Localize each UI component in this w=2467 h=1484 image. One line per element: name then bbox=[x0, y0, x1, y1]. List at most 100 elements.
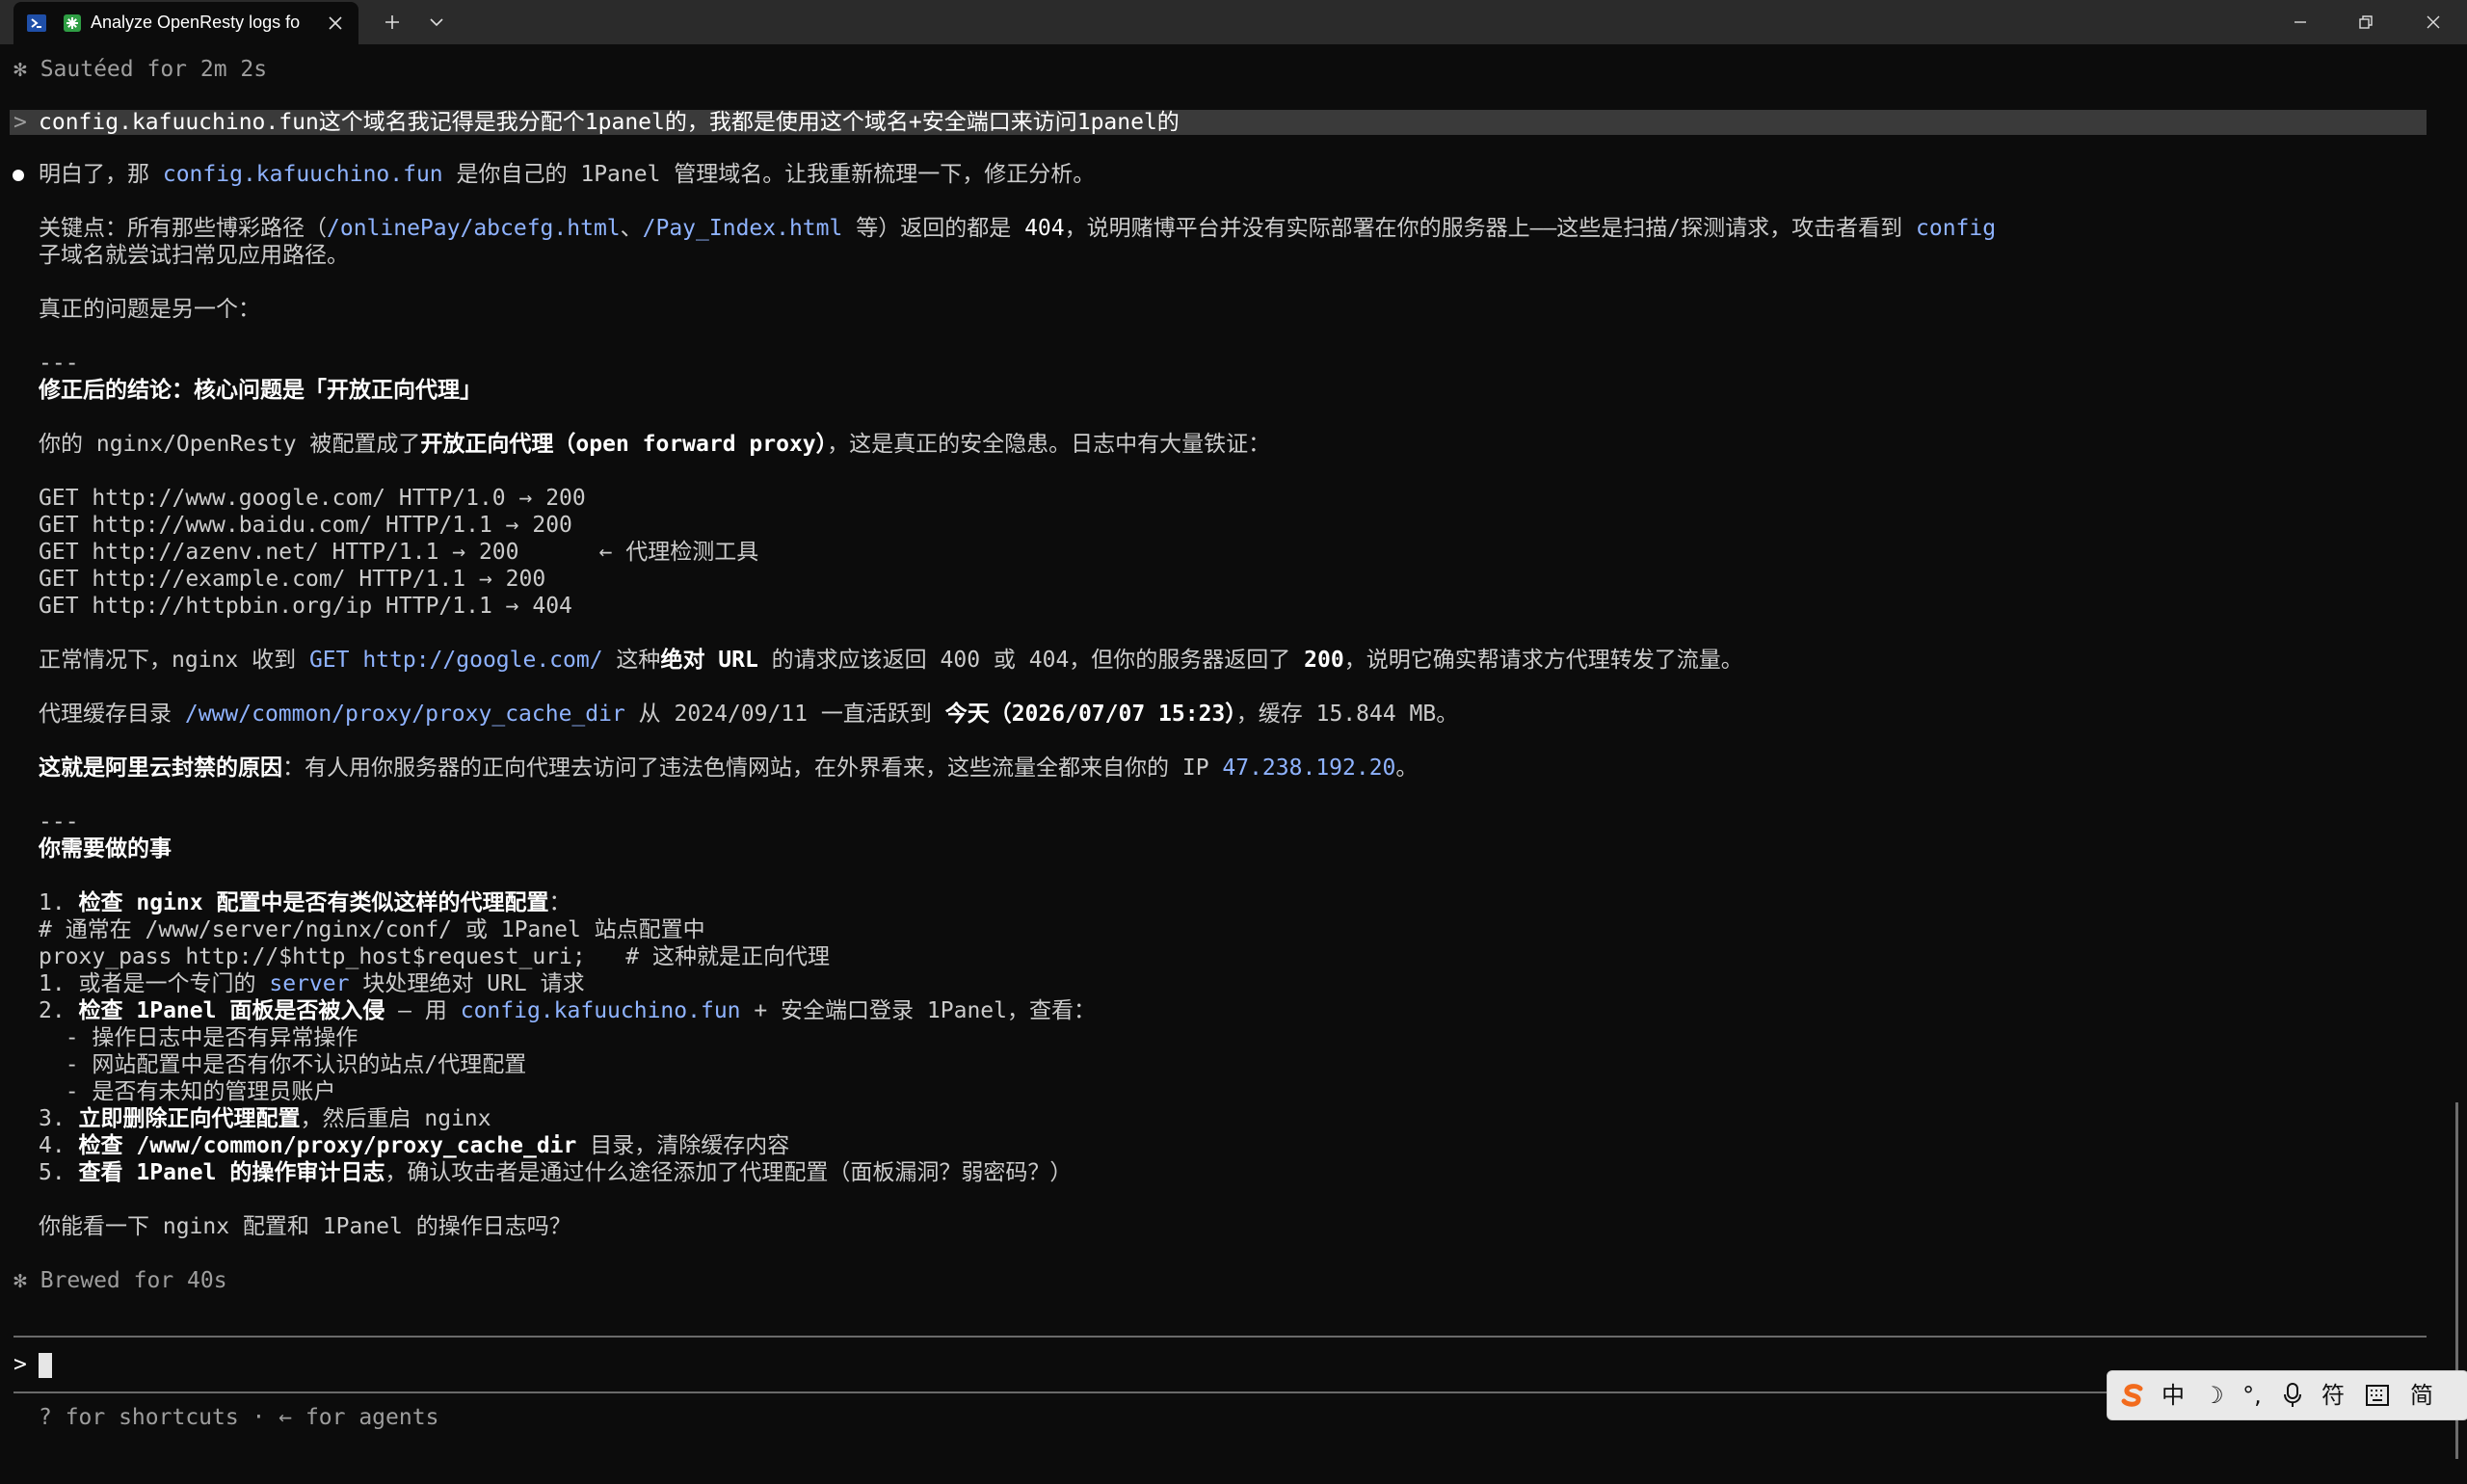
text-segment: 正常情况下，nginx 收到 bbox=[39, 648, 309, 673]
bold-segment: 查看 1Panel 的操作审计日志 bbox=[78, 1160, 385, 1185]
bold-segment: 检查 nginx 配置中是否有类似这样的代理配置 bbox=[78, 890, 549, 915]
text-segment: 这种 bbox=[602, 648, 661, 673]
domain-highlight: config.kafuuchino.fun bbox=[460, 998, 741, 1023]
ime-chinese-mode[interactable]: 中 bbox=[2156, 1380, 2190, 1411]
user-message: config.kafuuchino.fun这个域名我记得是我分配个1panel的… bbox=[39, 110, 1180, 135]
text-segment: ，这是真正的安全隐患。日志中有大量铁证： bbox=[827, 432, 1271, 457]
text-segment: 你的 nginx/OpenResty 被配置成了 bbox=[39, 432, 421, 457]
keyword-highlight: server bbox=[269, 971, 350, 996]
status-sauteed: ✻ Sautéed for 2m 2s bbox=[13, 57, 268, 82]
proxy-line: 你的 nginx/OpenResty 被配置成了开放正向代理（open forw… bbox=[39, 431, 1270, 458]
key-point-line: 关键点：所有那些博彩路径（/onlinePay/abcefg.html、/Pay… bbox=[39, 215, 1996, 242]
text-segment: ：有人用你服务器的正向代理去访问了违法色情网站，在外界看来，这些流量全都来自你的… bbox=[282, 755, 1223, 781]
restore-icon[interactable] bbox=[2332, 0, 2400, 44]
code-line-2: GET http://www.baidu.com/ HTTP/1.1 → 200 bbox=[39, 513, 572, 538]
step-5: 5. 查看 1Panel 的操作审计日志，确认攻击者是通过什么途径添加了代理配置… bbox=[39, 1159, 1072, 1186]
status-brewed: ✻ Brewed for 40s bbox=[13, 1268, 227, 1293]
text-segment: 、 bbox=[620, 216, 643, 241]
step-2-item: - 是否有未知的管理员账户 bbox=[39, 1079, 336, 1104]
text-segment: ： bbox=[548, 890, 571, 915]
input-bottom-divider bbox=[13, 1391, 2107, 1393]
code-line-1: GET http://www.google.com/ HTTP/1.0 → 20… bbox=[39, 486, 586, 511]
normal-case-line: 正常情况下，nginx 收到 GET http://google.com/ 这种… bbox=[39, 647, 1743, 674]
text-segment: 等）返回的都是 bbox=[842, 216, 1025, 241]
url-highlight: GET http://google.com/ bbox=[308, 648, 603, 673]
ime-simplified[interactable]: 简 bbox=[2404, 1380, 2439, 1411]
terminal-tab[interactable]: Analyze OpenResty logs fo bbox=[13, 2, 358, 44]
shortcuts-hint: ? for shortcuts · ← for agents bbox=[39, 1405, 439, 1430]
path-highlight: /www/common/proxy/proxy_cache_dir bbox=[136, 1133, 577, 1158]
text-segment: 2. bbox=[39, 998, 79, 1023]
text-segment: 1. bbox=[39, 890, 79, 915]
chevron-down-icon[interactable] bbox=[422, 9, 451, 36]
text-segment: 5. bbox=[39, 1160, 79, 1185]
powershell-icon bbox=[27, 14, 46, 32]
config-highlight: config bbox=[1916, 216, 1997, 241]
text-segment: 的请求应该返回 400 或 404，但你的服务器返回了 bbox=[757, 648, 1305, 673]
conclusion-heading: 修正后的结论：核心问题是「开放正向代理」 bbox=[39, 378, 482, 403]
sogou-logo[interactable] bbox=[2115, 1380, 2150, 1411]
text-cursor[interactable] bbox=[39, 1353, 52, 1378]
code-line-3: GET http://azenv.net/ HTTP/1.1 → 200 ← 代… bbox=[39, 540, 759, 565]
text-segment: ，说明赌博平台并没有实际部署在你的服务器上——这些是扫描/探测请求，攻击者看到 bbox=[1064, 216, 1916, 241]
key-point-line-2: 子域名就尝试扫常见应用路径。 bbox=[39, 243, 349, 268]
step-1-code: proxy_pass http://$http_host$request_uri… bbox=[39, 944, 830, 969]
text-segment: 关键点：所有那些博彩路径（ bbox=[39, 216, 327, 241]
step-1: 1. 检查 nginx 配置中是否有类似这样的代理配置： bbox=[39, 889, 570, 916]
path-highlight: /Pay_Index.html bbox=[642, 216, 843, 241]
text-segment: 3. bbox=[39, 1106, 79, 1131]
window-close-icon[interactable] bbox=[2400, 0, 2467, 44]
terminal-output: ✻ Sautéed for 2m 2s > config.kafuuchino.… bbox=[0, 44, 2467, 1484]
step-2-item: - 网站配置中是否有你不认识的站点/代理配置 bbox=[39, 1052, 527, 1077]
ime-symbols[interactable]: 符 bbox=[2316, 1380, 2350, 1411]
text-segment: 明白了，那 bbox=[39, 162, 163, 187]
response-line-1: 明白了，那 config.kafuuchino.fun 是你自己的 1Panel… bbox=[39, 161, 1095, 188]
step-3: 3. 立即删除正向代理配置，然后重启 nginx bbox=[39, 1105, 491, 1132]
ban-reason-line: 这就是阿里云封禁的原因：有人用你服务器的正向代理去访问了违法色情网站，在外界看来… bbox=[39, 755, 1418, 782]
text-segment: 目录，清除缓存内容 bbox=[576, 1133, 790, 1158]
text-segment: 从 2024/09/11 一直活跃到 bbox=[624, 702, 945, 727]
text-segment: ，确认攻击者是通过什么途径添加了代理配置（面板漏洞？弱密码？） bbox=[385, 1160, 1073, 1185]
closing-question: 你能看一下 nginx 配置和 1Panel 的操作日志吗？ bbox=[39, 1214, 571, 1239]
divider-text: --- bbox=[39, 809, 79, 835]
code-line-5: GET http://httpbin.org/ip HTTP/1.1 → 404 bbox=[39, 594, 572, 619]
text-segment: 块处理绝对 URL 请求 bbox=[349, 971, 585, 996]
text-segment: — 用 bbox=[385, 998, 461, 1023]
todo-heading: 你需要做的事 bbox=[39, 836, 172, 861]
text-segment: 。 bbox=[1395, 755, 1419, 781]
response-bullet bbox=[13, 170, 24, 181]
minimize-icon[interactable] bbox=[2267, 0, 2334, 44]
code-line-4: GET http://example.com/ HTTP/1.1 → 200 bbox=[39, 567, 546, 592]
bold-segment: 检查 1Panel 面板是否被入侵 bbox=[78, 998, 385, 1023]
ime-punctuation[interactable]: ☽ bbox=[2196, 1380, 2231, 1411]
text-segment: ，然后重启 nginx bbox=[300, 1106, 491, 1131]
tab-title: Analyze OpenResty logs fo bbox=[91, 13, 301, 32]
keyboard-icon[interactable] bbox=[2360, 1380, 2395, 1411]
claude-icon bbox=[64, 14, 81, 32]
domain-highlight: config.kafuuchino.fun bbox=[162, 162, 443, 187]
mic-icon[interactable] bbox=[2275, 1380, 2310, 1411]
step-4: 4. 检查 /www/common/proxy/proxy_cache_dir … bbox=[39, 1132, 789, 1159]
step-1b: 1. 或者是一个专门的 server 块处理绝对 URL 请求 bbox=[39, 970, 585, 997]
text-segment: 4. bbox=[39, 1133, 79, 1158]
bold-segment: 200 bbox=[1304, 648, 1344, 673]
path-highlight: /www/common/proxy/proxy_cache_dir bbox=[184, 702, 625, 727]
input-top-divider bbox=[13, 1336, 2427, 1338]
user-prompt-marker: > bbox=[13, 110, 27, 135]
status-code: 404 bbox=[1024, 216, 1065, 241]
path-highlight: /onlinePay/abcefg.html bbox=[327, 216, 621, 241]
text-segment: ，缓存 15.844 MB。 bbox=[1235, 702, 1459, 727]
cache-dir-line: 代理缓存目录 /www/common/proxy/proxy_cache_dir… bbox=[39, 701, 1458, 728]
ime-fullwidth[interactable]: °, bbox=[2235, 1380, 2269, 1411]
plus-icon[interactable] bbox=[378, 9, 407, 36]
step-2-item: - 操作日志中是否有异常操作 bbox=[39, 1025, 358, 1050]
ime-toolbar: 中 ☽ °, 符 简 bbox=[2107, 1370, 2467, 1420]
step-1-comment: # 通常在 /www/server/nginx/conf/ 或 1Panel 站… bbox=[39, 917, 705, 942]
divider-text: --- bbox=[39, 351, 79, 376]
close-icon[interactable] bbox=[322, 10, 349, 37]
step-2: 2. 检查 1Panel 面板是否被入侵 — 用 config.kafuuchi… bbox=[39, 997, 1096, 1024]
bold-segment: 检查 bbox=[78, 1133, 137, 1158]
bold-segment: 开放正向代理（open forward proxy） bbox=[420, 432, 828, 457]
bold-segment: 今天（2026/07/07 15:23） bbox=[944, 702, 1236, 727]
text-segment: 代理缓存目录 bbox=[39, 702, 185, 727]
